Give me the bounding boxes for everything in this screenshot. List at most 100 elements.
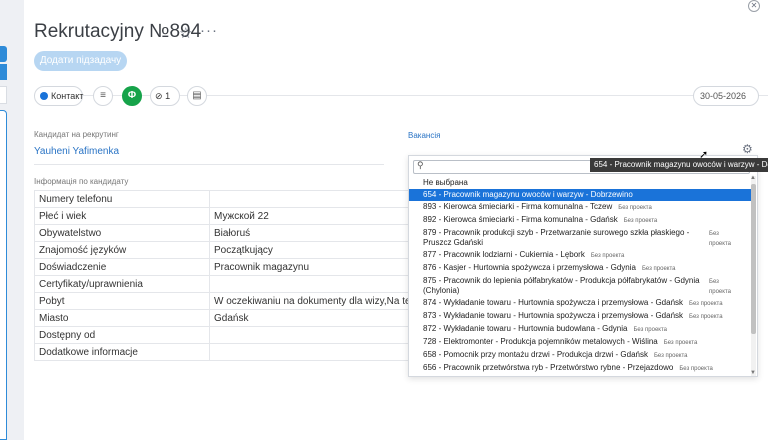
info-value: Pracownik magazynu xyxy=(209,258,410,276)
contact-button[interactable]: Контакт xyxy=(34,86,83,106)
scroll-up-icon[interactable]: ▲ xyxy=(750,175,756,181)
left-tab[interactable] xyxy=(0,46,7,62)
vacancy-option[interactable]: 879 - Pracownik produkcji szyb - Przetwa… xyxy=(409,227,753,249)
divider xyxy=(34,164,384,165)
table-row: Płeć i wiek Мужской 22 xyxy=(34,207,410,225)
left-tab[interactable] xyxy=(0,64,7,80)
vacancy-project-tag: Без проекта xyxy=(709,231,731,247)
info-key: Dodatkowe informacje xyxy=(34,343,210,361)
more-icon[interactable]: ··· xyxy=(200,22,218,39)
vacancy-project-tag: Без проекта xyxy=(679,366,713,372)
phi-icon[interactable]: Φ xyxy=(122,86,142,106)
info-key: Doświadczenie xyxy=(34,258,210,276)
vacancy-option-label: 876 - Kasjer - Hurtownia spożywcza i prz… xyxy=(423,263,636,272)
table-row: Certyfikaty/uprawnienia xyxy=(34,275,410,293)
vacancy-project-tag: Без проекта xyxy=(641,266,676,272)
vacancy-option[interactable]: 876 - Kasjer - Hurtownia spożywcza i prz… xyxy=(409,262,753,275)
left-panel-edge xyxy=(0,0,24,440)
vacancy-project-tag: Без проекта xyxy=(623,218,658,224)
vacancy-label: Вакансія xyxy=(408,131,441,140)
contact-dot-icon xyxy=(40,92,48,100)
vacancy-option-label: Не выбрана xyxy=(423,178,468,187)
gear-icon[interactable]: ⚙ xyxy=(742,142,753,156)
date-picker[interactable]: 30-05-2026 xyxy=(693,86,759,106)
info-value: Białoruś xyxy=(209,224,410,242)
vacancy-option-label: 877 - Pracownik lodziarni - Cukiernia - … xyxy=(423,250,585,259)
vacancy-option[interactable]: 873 - Wykładanie towaru - Hurtownia spoż… xyxy=(409,310,753,323)
check-count: 1 xyxy=(165,91,171,101)
vacancy-option[interactable]: 877 - Pracownik lodziarni - Cukiernia - … xyxy=(409,249,753,262)
vacancy-project-tag: Без проекта xyxy=(709,279,731,295)
info-key: Numery telefonu xyxy=(34,190,210,208)
vacancy-option-label: 873 - Wykładanie towaru - Hurtownia spoż… xyxy=(423,311,684,320)
vacancy-option[interactable]: 875 - Pracownik do lepienia półfabrykató… xyxy=(409,275,753,297)
vacancy-option-label: 654 - Pracownik magazynu owoców i warzyw… xyxy=(423,190,633,199)
scrollbar[interactable]: ▲ ▼ xyxy=(750,175,756,376)
vacancy-option[interactable]: 485 - Stolarz - Produkcja luksusowych ja… xyxy=(409,375,753,377)
table-row: Dostępny od xyxy=(34,326,410,344)
star-icon[interactable]: ☆ xyxy=(179,24,192,42)
vacancy-option-label: 893 - Kierowca śmieciarki - Firma komuna… xyxy=(423,202,613,211)
info-key: Znajomość języków xyxy=(34,241,210,259)
vacancy-option[interactable]: 728 - Elektromonter - Produkcja pojemnik… xyxy=(409,336,753,349)
table-row: Dodatkowe informacje xyxy=(34,343,410,361)
info-key: Miasto xyxy=(34,309,210,327)
search-icon: ⚲ xyxy=(417,160,424,170)
left-panel xyxy=(0,110,7,440)
info-value: W oczekiwaniu na dokumenty dla wizy,Na t… xyxy=(209,292,410,310)
vacancy-option[interactable]: Не выбрана xyxy=(409,177,753,189)
table-row: Doświadczenie Pracownik magazynu xyxy=(34,258,410,276)
vacancy-project-tag: Без проекта xyxy=(653,353,688,359)
date-value: 30-05-2026 xyxy=(700,91,747,101)
info-key: Obywatelstwo xyxy=(34,224,210,242)
vacancy-option[interactable]: 658 - Pomocnik przy montażu drzwi - Prod… xyxy=(409,349,753,362)
info-value xyxy=(209,275,410,293)
contact-label: Контакт xyxy=(51,91,84,101)
vacancy-project-tag: Без проекта xyxy=(689,301,723,307)
vacancy-option[interactable]: 656 - Pracownik przetwórstwa ryb - Przet… xyxy=(409,362,753,375)
vacancy-option[interactable]: 872 - Wykładanie towaru - Hurtownia budo… xyxy=(409,323,753,336)
vacancy-option-label: 892 - Kierowca śmieciarki - Firma komuna… xyxy=(423,215,618,224)
info-value: Мужской 22 xyxy=(209,207,410,225)
info-value xyxy=(209,190,410,208)
vacancy-project-tag: Без проекта xyxy=(663,340,698,346)
checklist-button[interactable]: ⊘ 1 xyxy=(150,86,180,106)
left-card xyxy=(0,86,7,104)
info-value xyxy=(209,343,410,361)
comment-icon[interactable]: ▤ xyxy=(187,86,207,106)
vacancy-option-label: 874 - Wykładanie towaru - Hurtownia spoż… xyxy=(423,298,684,307)
candidate-section-label: Кандидат на рекрутинг xyxy=(34,130,119,139)
vacancy-option-label: 656 - Pracownik przetwórstwa ryb - Przet… xyxy=(423,363,674,372)
page-title: Rekrutacyjny №894 xyxy=(34,21,202,42)
vacancy-option[interactable]: 893 - Kierowca śmieciarki - Firma komuna… xyxy=(409,201,753,214)
info-value xyxy=(209,326,410,344)
mouse-cursor-icon: ➚ xyxy=(699,149,709,161)
vacancy-option[interactable]: 892 - Kierowca śmieciarki - Firma komuna… xyxy=(409,214,753,227)
vacancy-project-tag: Без проекта xyxy=(590,253,625,259)
close-icon[interactable]: ✕ xyxy=(748,0,760,12)
candidate-info-table: Numery telefonu Płeć i wiek Мужской 22 Obyw… xyxy=(34,190,410,361)
vacancy-dropdown[interactable]: ⚲ Не выбрана 654 - Pracownik magazynu owo… xyxy=(408,155,758,377)
table-row: Miasto Gdańsk xyxy=(34,309,410,327)
option-tooltip: 654 - Pracownik magazynu owoców i warzyw… xyxy=(590,158,768,172)
info-value: Gdańsk xyxy=(209,309,410,327)
add-subtask-button[interactable]: Додати підзадачу xyxy=(34,51,127,71)
vacancy-project-tag: Без проекта xyxy=(618,205,652,211)
table-row: Znajomość języków Początkujący xyxy=(34,241,410,259)
table-row: Numery telefonu xyxy=(34,190,410,208)
candidate-info-label: Інформація по кандидату xyxy=(34,177,129,186)
vacancy-option[interactable]: 654 - Pracownik magazynu owoców i warzyw… xyxy=(409,189,753,201)
scroll-down-icon[interactable]: ▼ xyxy=(750,370,756,376)
candidate-name-link[interactable]: Yauheni Yafimenka xyxy=(34,146,119,157)
scrollbar-thumb[interactable] xyxy=(751,184,756,334)
info-key: Płeć i wiek xyxy=(34,207,210,225)
vacancy-option-label: 658 - Pomocnik przy montażu drzwi - Prod… xyxy=(423,350,648,359)
info-key: Pobyt xyxy=(34,292,210,310)
list-icon[interactable]: ≡ xyxy=(93,86,113,106)
vacancy-option[interactable]: 874 - Wykładanie towaru - Hurtownia spoż… xyxy=(409,297,753,310)
vacancy-option-label: 485 - Stolarz - Produkcja luksusowych ja… xyxy=(423,376,692,377)
vacancy-option-label: 872 - Wykładanie towaru - Hurtownia budo… xyxy=(423,324,628,333)
vacancy-project-tag: Без проекта xyxy=(689,314,723,320)
info-key: Dostępny od xyxy=(34,326,210,344)
vacancy-project-tag: Без проекта xyxy=(633,327,668,333)
